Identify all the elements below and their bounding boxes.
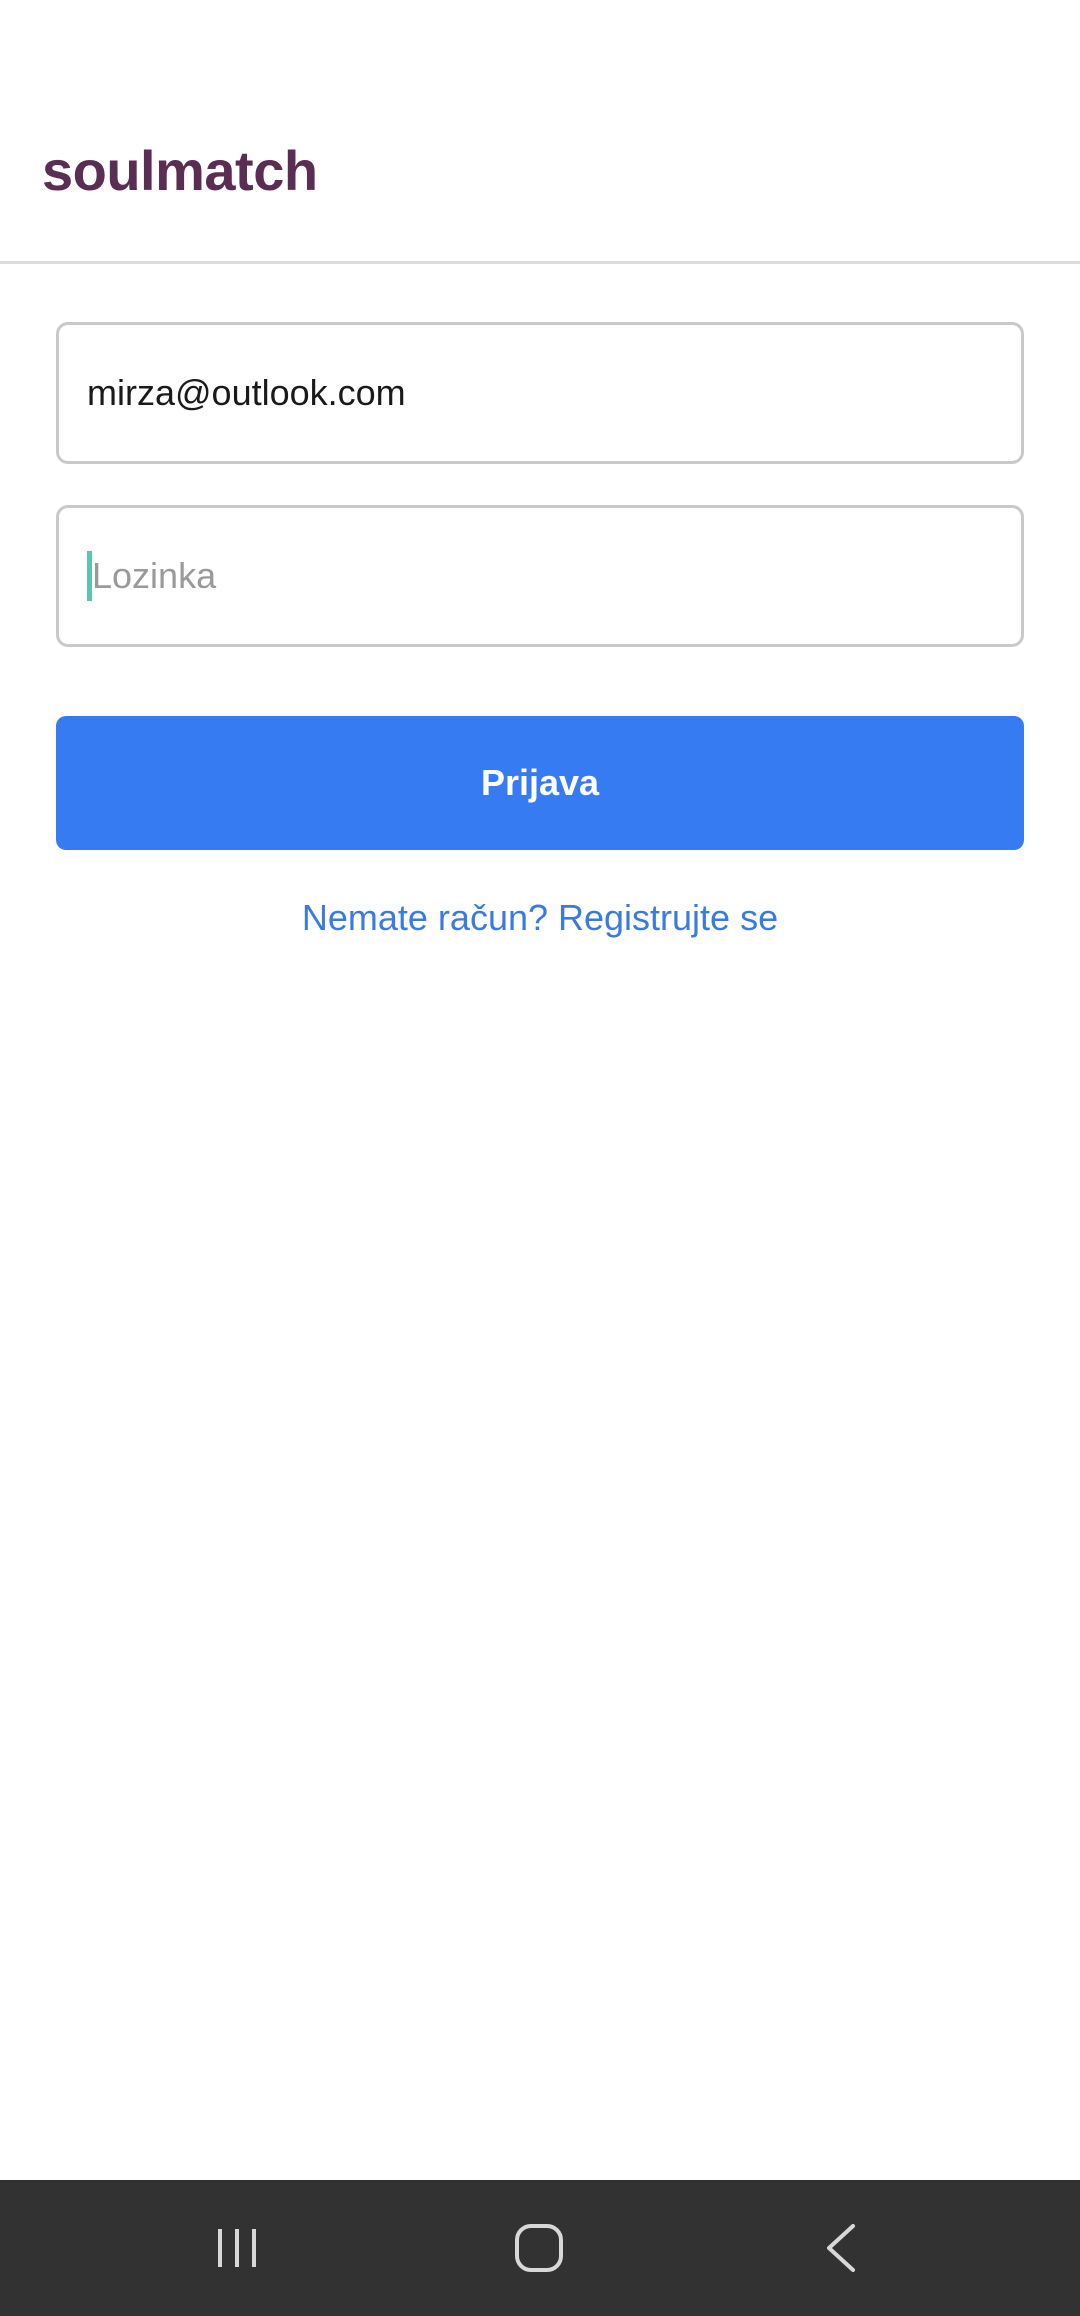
recent-apps-icon: [218, 2229, 256, 2267]
app-header: soulmatch: [0, 0, 1080, 264]
login-screen: soulmatch mirza@outlook.com Lozinka Prij…: [0, 0, 1080, 2316]
back-icon: [827, 2224, 855, 2272]
recent-apps-button[interactable]: [137, 2180, 337, 2316]
back-button[interactable]: [741, 2180, 941, 2316]
home-icon: [515, 2224, 563, 2272]
password-placeholder: Lozinka: [92, 555, 217, 596]
login-button[interactable]: Prijava: [56, 716, 1024, 850]
password-field[interactable]: Lozinka: [56, 505, 1024, 647]
system-navigation-bar: [0, 2180, 1080, 2316]
home-button[interactable]: [439, 2180, 639, 2316]
email-value: mirza@outlook.com: [87, 372, 406, 413]
email-field[interactable]: mirza@outlook.com: [56, 322, 1024, 464]
register-link[interactable]: Nemate račun? Registrujte se: [0, 890, 1080, 946]
app-title: soulmatch: [42, 139, 318, 202]
